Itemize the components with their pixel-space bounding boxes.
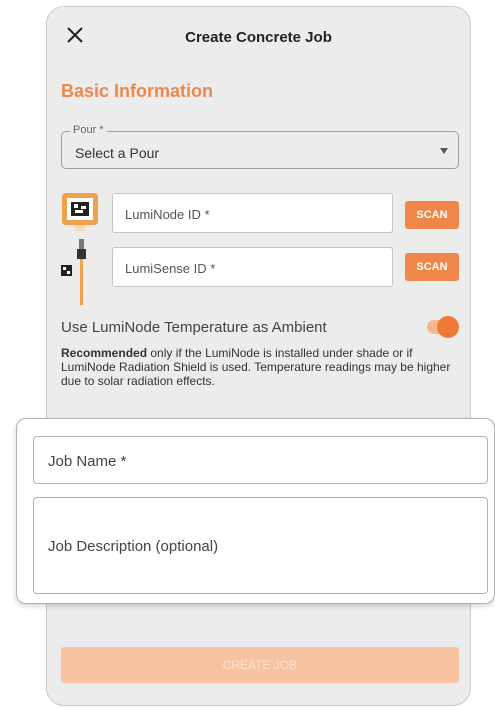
pour-select[interactable]: Pour * Select a Pour: [61, 124, 459, 169]
pour-value: Select a Pour: [75, 145, 160, 161]
job-description-placeholder: Job Description (optional): [48, 538, 219, 555]
scan-lumisense-button[interactable]: SCAN: [405, 253, 459, 281]
pour-label: Pour *: [70, 124, 107, 136]
lumisense-id-input[interactable]: LumiSense ID *: [112, 247, 393, 287]
page-title: Create Concrete Job: [185, 29, 332, 46]
job-name-placeholder: Job Name *: [48, 453, 127, 470]
scan-luminode-button[interactable]: SCAN: [405, 201, 459, 229]
toggle-knob[interactable]: [437, 316, 459, 338]
luminode-device-icon: [62, 193, 98, 231]
job-description-input[interactable]: Job Description (optional): [33, 497, 488, 594]
ambient-toggle-label: Use LumiNode Temperature as Ambient: [61, 319, 327, 336]
lumisense-id-placeholder: LumiSense ID *: [125, 261, 216, 276]
job-details-overlay: Job Name * Job Description (optional): [16, 418, 495, 604]
lumisense-sensor-icon: [61, 239, 86, 305]
section-title-basic-info: Basic Information: [61, 81, 214, 101]
ambient-note-bold: Recommended: [61, 346, 148, 360]
luminode-id-placeholder: LumiNode ID *: [125, 207, 210, 222]
dropdown-arrow-icon: [440, 148, 448, 154]
job-name-input[interactable]: Job Name *: [33, 436, 488, 484]
luminode-id-input[interactable]: LumiNode ID *: [112, 193, 393, 233]
create-job-button[interactable]: CREATE JOB: [61, 647, 459, 683]
ambient-note: Recommended only if the LumiNode is inst…: [61, 346, 461, 388]
